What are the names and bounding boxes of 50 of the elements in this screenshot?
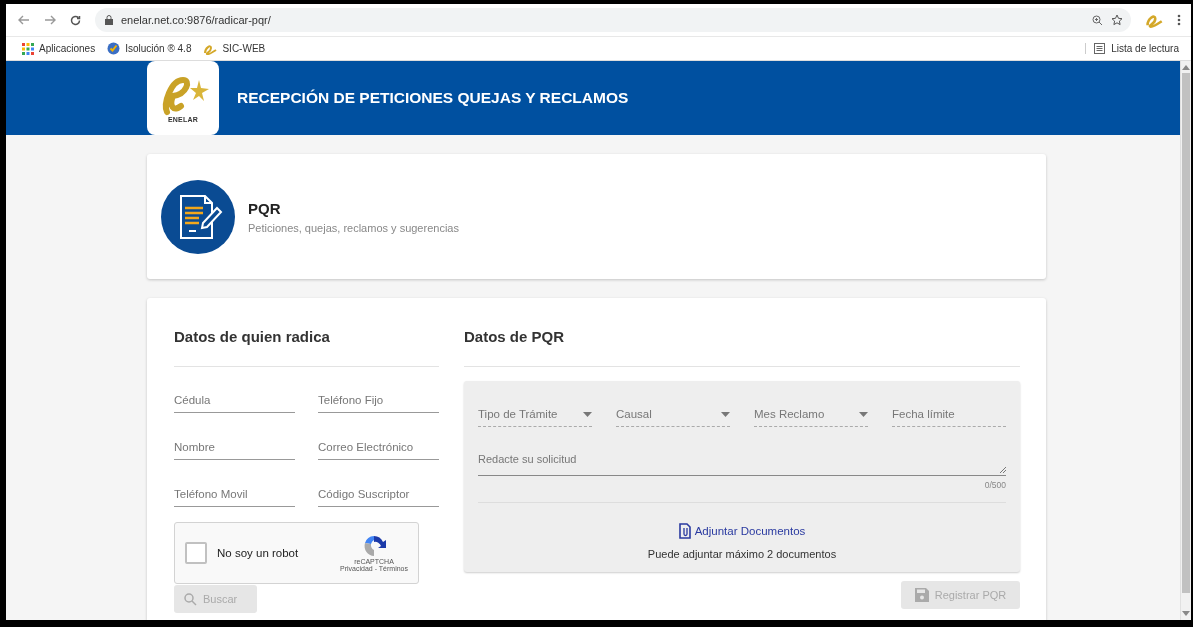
scrollbar-thumb[interactable] bbox=[1182, 73, 1190, 593]
page-title: RECEPCIÓN DE PETICIONES QUEJAS Y RECLAMOS bbox=[237, 89, 629, 107]
input-field[interactable]: Nombre bbox=[174, 437, 295, 460]
input-field[interactable]: Teléfono Fijo bbox=[318, 390, 439, 413]
request-textarea[interactable]: Redacte su solicitud bbox=[478, 453, 1006, 476]
dropdown-caret-icon bbox=[583, 411, 592, 417]
reading-list-button[interactable]: Lista de lectura bbox=[1111, 43, 1179, 54]
menu-icon[interactable] bbox=[1177, 14, 1181, 26]
zoom-icon[interactable] bbox=[1092, 14, 1103, 26]
address-bar[interactable]: enelar.net.co:9876/radicar-pqr/ bbox=[95, 8, 1131, 32]
input-field[interactable]: Correo Electrónico bbox=[318, 437, 439, 460]
dropdown-field[interactable]: Causal bbox=[616, 404, 730, 427]
save-icon bbox=[914, 588, 929, 602]
resize-handle-icon bbox=[999, 466, 1006, 473]
scroll-up-icon[interactable] bbox=[1182, 64, 1190, 70]
reading-list-icon bbox=[1094, 43, 1106, 54]
captcha-label: No soy un robot bbox=[217, 547, 300, 559]
lock-icon bbox=[105, 15, 113, 25]
star-icon[interactable] bbox=[1111, 14, 1123, 26]
url-text: enelar.net.co:9876/radicar-pqr/ bbox=[121, 14, 272, 26]
section-heading: Datos de PQR bbox=[464, 326, 1020, 367]
apps-grid-icon bbox=[22, 42, 34, 55]
section-subtitle: Peticiones, quejas, reclamos y sugerencias bbox=[248, 221, 459, 234]
input-field[interactable]: Teléfono Movil bbox=[174, 484, 295, 507]
document-pen-icon bbox=[161, 179, 235, 254]
reload-icon[interactable] bbox=[70, 14, 81, 26]
forward-arrow-icon[interactable] bbox=[44, 15, 56, 25]
input-field[interactable]: Código Suscriptor bbox=[318, 484, 439, 507]
dropdown-caret-icon bbox=[721, 411, 730, 417]
character-counter: 0/500 bbox=[983, 480, 1006, 490]
dropdown-caret-icon bbox=[859, 411, 868, 417]
dropdown-field[interactable]: Tipo de Trámite bbox=[478, 404, 592, 427]
input-field[interactable]: Cédula bbox=[174, 390, 295, 413]
paperclip-document-icon bbox=[678, 523, 691, 539]
search-icon bbox=[184, 592, 197, 606]
attach-note: Puede adjuntar máximo 2 documentos bbox=[647, 548, 837, 560]
checkmark-circle-icon bbox=[107, 42, 121, 55]
bookmark-link[interactable]: Isolución ® 4.8 bbox=[125, 43, 192, 54]
captcha-checkbox[interactable] bbox=[185, 542, 207, 564]
dropdown-field[interactable]: Mes Reclamo bbox=[754, 404, 868, 427]
section-title: PQR bbox=[248, 199, 282, 217]
swoosh-logo-icon bbox=[203, 42, 218, 55]
scroll-down-icon[interactable] bbox=[1182, 611, 1190, 617]
back-arrow-icon[interactable] bbox=[18, 15, 30, 25]
bookmark-link[interactable]: SIC-WEB bbox=[222, 43, 266, 54]
attach-documents-link[interactable]: Adjuntar Documentos bbox=[694, 525, 806, 537]
section-heading: Datos de quien radica bbox=[174, 326, 439, 367]
date-field[interactable]: Fecha límite bbox=[892, 404, 1006, 427]
extension-icon[interactable] bbox=[1145, 12, 1163, 28]
bookmark-link[interactable]: Aplicaciones bbox=[39, 43, 96, 54]
